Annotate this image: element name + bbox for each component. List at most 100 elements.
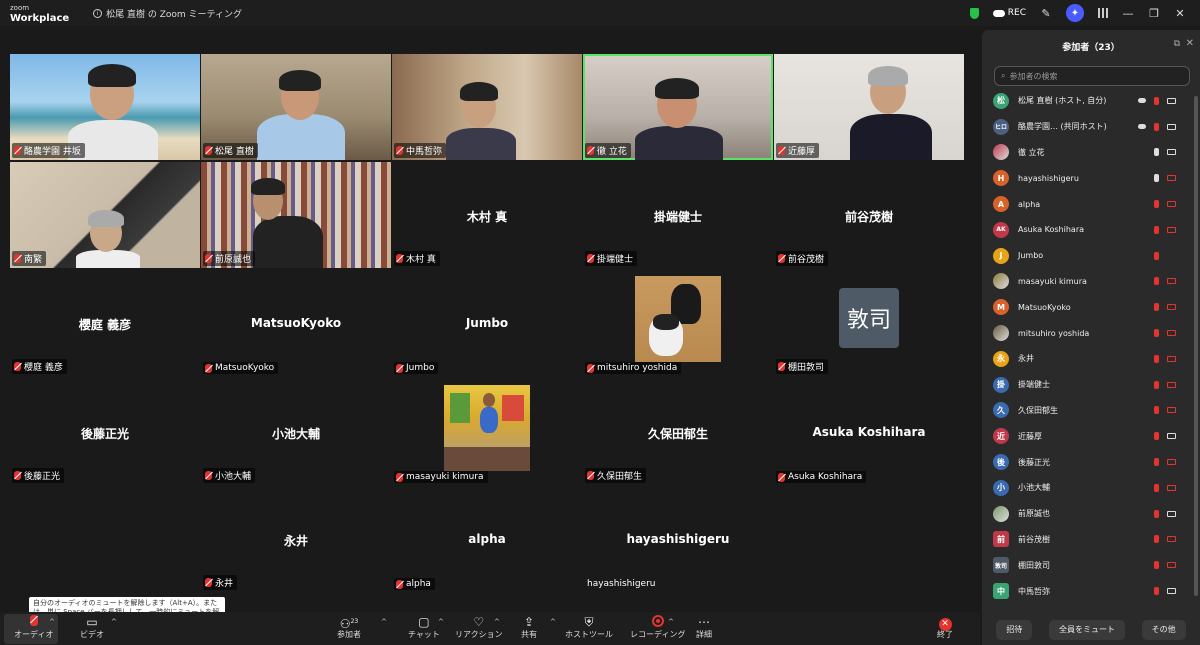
participant-tile[interactable]: 小池大輔 小池大輔: [201, 379, 391, 485]
more-button[interactable]: ⋯ 詳細: [696, 615, 712, 643]
participant-tile[interactable]: Asuka Koshihara Asuka Koshihara: [774, 379, 964, 485]
invite-button[interactable]: 招待: [996, 619, 1033, 640]
host-tools-button[interactable]: ⛨ ホストツール: [565, 615, 613, 643]
camera-off-icon[interactable]: [1167, 175, 1176, 182]
participant-tile[interactable]: 中馬哲弥: [392, 54, 582, 160]
mic-muted-icon[interactable]: [1154, 380, 1159, 389]
participant-search-input[interactable]: ⌕ 参加者の検索: [994, 66, 1190, 86]
participant-tile[interactable]: 前原誠也: [201, 162, 391, 268]
scrollbar[interactable]: [1194, 96, 1198, 596]
participant-tile[interactable]: 酪農学園 井坂: [10, 54, 200, 160]
camera-off-icon[interactable]: [1167, 407, 1176, 414]
camera-off-icon[interactable]: [1167, 226, 1176, 233]
mute-all-button[interactable]: 全員をミュート: [1048, 619, 1125, 640]
participants-caret-icon[interactable]: ^: [381, 618, 387, 626]
mic-muted-icon[interactable]: [1154, 561, 1159, 570]
participant-list-item[interactable]: 掛掛端健士: [982, 372, 1192, 398]
view-grid-icon[interactable]: [1098, 8, 1108, 18]
camera-icon[interactable]: [1167, 149, 1176, 156]
camera-off-icon[interactable]: [1167, 536, 1176, 543]
mic-muted-icon[interactable]: [1154, 251, 1159, 260]
pen-icon[interactable]: ✎: [1040, 7, 1052, 20]
mic-muted-icon[interactable]: [1154, 535, 1159, 544]
camera-icon[interactable]: [1167, 433, 1176, 440]
camera-off-icon[interactable]: [1167, 381, 1176, 388]
ai-companion-icon[interactable]: ✦: [1066, 4, 1084, 22]
camera-icon[interactable]: [1167, 97, 1176, 104]
camera-off-icon[interactable]: [1167, 330, 1176, 337]
participant-list-item[interactable]: AK Asuka Koshihara: [982, 217, 1192, 243]
participant-list-item[interactable]: 近近藤厚: [982, 423, 1192, 449]
participant-tile[interactable]: masayuki kimura: [392, 379, 582, 485]
camera-off-icon[interactable]: [1167, 484, 1176, 491]
restore-icon[interactable]: ❐: [1148, 7, 1160, 20]
mic-muted-icon[interactable]: [1154, 354, 1159, 363]
camera-off-icon[interactable]: [1167, 459, 1176, 466]
camera-off-icon[interactable]: [1167, 355, 1176, 362]
camera-icon[interactable]: [1167, 588, 1176, 595]
participant-tile[interactable]: alpha alpha: [392, 486, 582, 592]
participant-list-item[interactable]: 前前谷茂樹: [982, 527, 1192, 553]
mic-muted-icon[interactable]: [1154, 122, 1159, 131]
camera-off-icon[interactable]: [1167, 278, 1176, 285]
share-button[interactable]: ⇪ 共有: [521, 615, 537, 643]
mic-muted-icon[interactable]: [1154, 458, 1159, 467]
mic-icon[interactable]: [1154, 174, 1159, 183]
chat-caret-icon[interactable]: ^: [438, 618, 444, 626]
participant-tile[interactable]: 南繁: [10, 162, 200, 268]
participants-button[interactable]: ⚇23 参加者: [337, 615, 361, 643]
participant-list-item[interactable]: masayuki kimura: [982, 269, 1192, 295]
mic-muted-icon[interactable]: [1154, 96, 1159, 105]
mic-muted-icon[interactable]: [1154, 587, 1159, 596]
participant-tile[interactable]: 松尾 直樹: [201, 54, 391, 160]
participant-list-item[interactable]: 徹 立花: [982, 140, 1192, 166]
participant-tile[interactable]: Jumbo Jumbo: [392, 270, 582, 376]
popout-icon[interactable]: ⧉: [1174, 39, 1180, 49]
cloud-recording-indicator[interactable]: REC: [992, 8, 1026, 18]
reaction-caret-icon[interactable]: ^: [494, 618, 500, 626]
audio-button[interactable]: オーディオ: [14, 615, 53, 643]
mic-muted-icon[interactable]: [1154, 329, 1159, 338]
mic-muted-icon[interactable]: [1154, 225, 1159, 234]
recording-caret-icon[interactable]: ^: [668, 618, 674, 626]
participant-list-item[interactable]: Hhayashishigeru: [982, 165, 1192, 191]
participant-tile[interactable]: 近藤厚: [774, 54, 964, 160]
mic-muted-icon[interactable]: [1154, 200, 1159, 209]
participant-list-item[interactable]: 松松尾 直樹 (ホスト, 自分): [982, 88, 1192, 114]
participant-tile[interactable]: 永井 永井: [201, 486, 391, 592]
participant-tile[interactable]: 後藤正光 後藤正光: [10, 379, 200, 485]
mic-muted-icon[interactable]: [1154, 432, 1159, 441]
camera-icon[interactable]: [1167, 510, 1176, 517]
minimize-icon[interactable]: —: [1122, 7, 1134, 20]
participant-tile[interactable]: 掛端健士 掛端健士: [583, 162, 773, 268]
close-icon[interactable]: ✕: [1186, 38, 1194, 49]
more-options-button[interactable]: その他: [1141, 619, 1186, 640]
recording-button[interactable]: レコーディング: [630, 615, 685, 643]
participant-list-item[interactable]: 前原誠也: [982, 501, 1192, 527]
participant-list-item[interactable]: 後後藤正光: [982, 449, 1192, 475]
participant-list-item[interactable]: 中中馬哲弥: [982, 578, 1192, 604]
mic-icon[interactable]: [1154, 148, 1159, 157]
meeting-info[interactable]: i 松尾 直樹 の Zoom ミーティング: [93, 7, 242, 20]
participant-list-item[interactable]: 久久保田郁生: [982, 398, 1192, 424]
participant-tile[interactable]: 前谷茂樹 前谷茂樹: [774, 162, 964, 268]
participant-list-item[interactable]: Aalpha: [982, 191, 1192, 217]
mic-muted-icon[interactable]: [1154, 509, 1159, 518]
participant-list-item[interactable]: M MatsuoKyoko: [982, 294, 1192, 320]
participant-tile[interactable]: MatsuoKyoko MatsuoKyoko: [201, 270, 391, 376]
mic-muted-icon[interactable]: [1154, 483, 1159, 492]
participant-list-item[interactable]: J Jumbo: [982, 243, 1192, 269]
participant-list-item[interactable]: 小小池大輔: [982, 475, 1192, 501]
camera-icon[interactable]: [1167, 123, 1176, 130]
audio-caret-icon[interactable]: ^: [49, 618, 55, 626]
end-meeting-button[interactable]: ✕ 終了: [937, 615, 953, 643]
security-shield-icon[interactable]: [969, 7, 979, 19]
info-icon[interactable]: i: [93, 8, 103, 18]
share-caret-icon[interactable]: ^: [550, 618, 556, 626]
participant-tile[interactable]: hayashishigeru hayashishigeru: [583, 486, 773, 592]
participant-list-item[interactable]: 敦司 棚田敦司: [982, 552, 1192, 578]
close-window-icon[interactable]: ✕: [1174, 7, 1186, 20]
participant-list-item[interactable]: 永永井: [982, 346, 1192, 372]
participant-tile[interactable]: 敦司 棚田敦司: [774, 270, 964, 376]
participant-tile[interactable]: 徹 立花: [583, 54, 773, 160]
